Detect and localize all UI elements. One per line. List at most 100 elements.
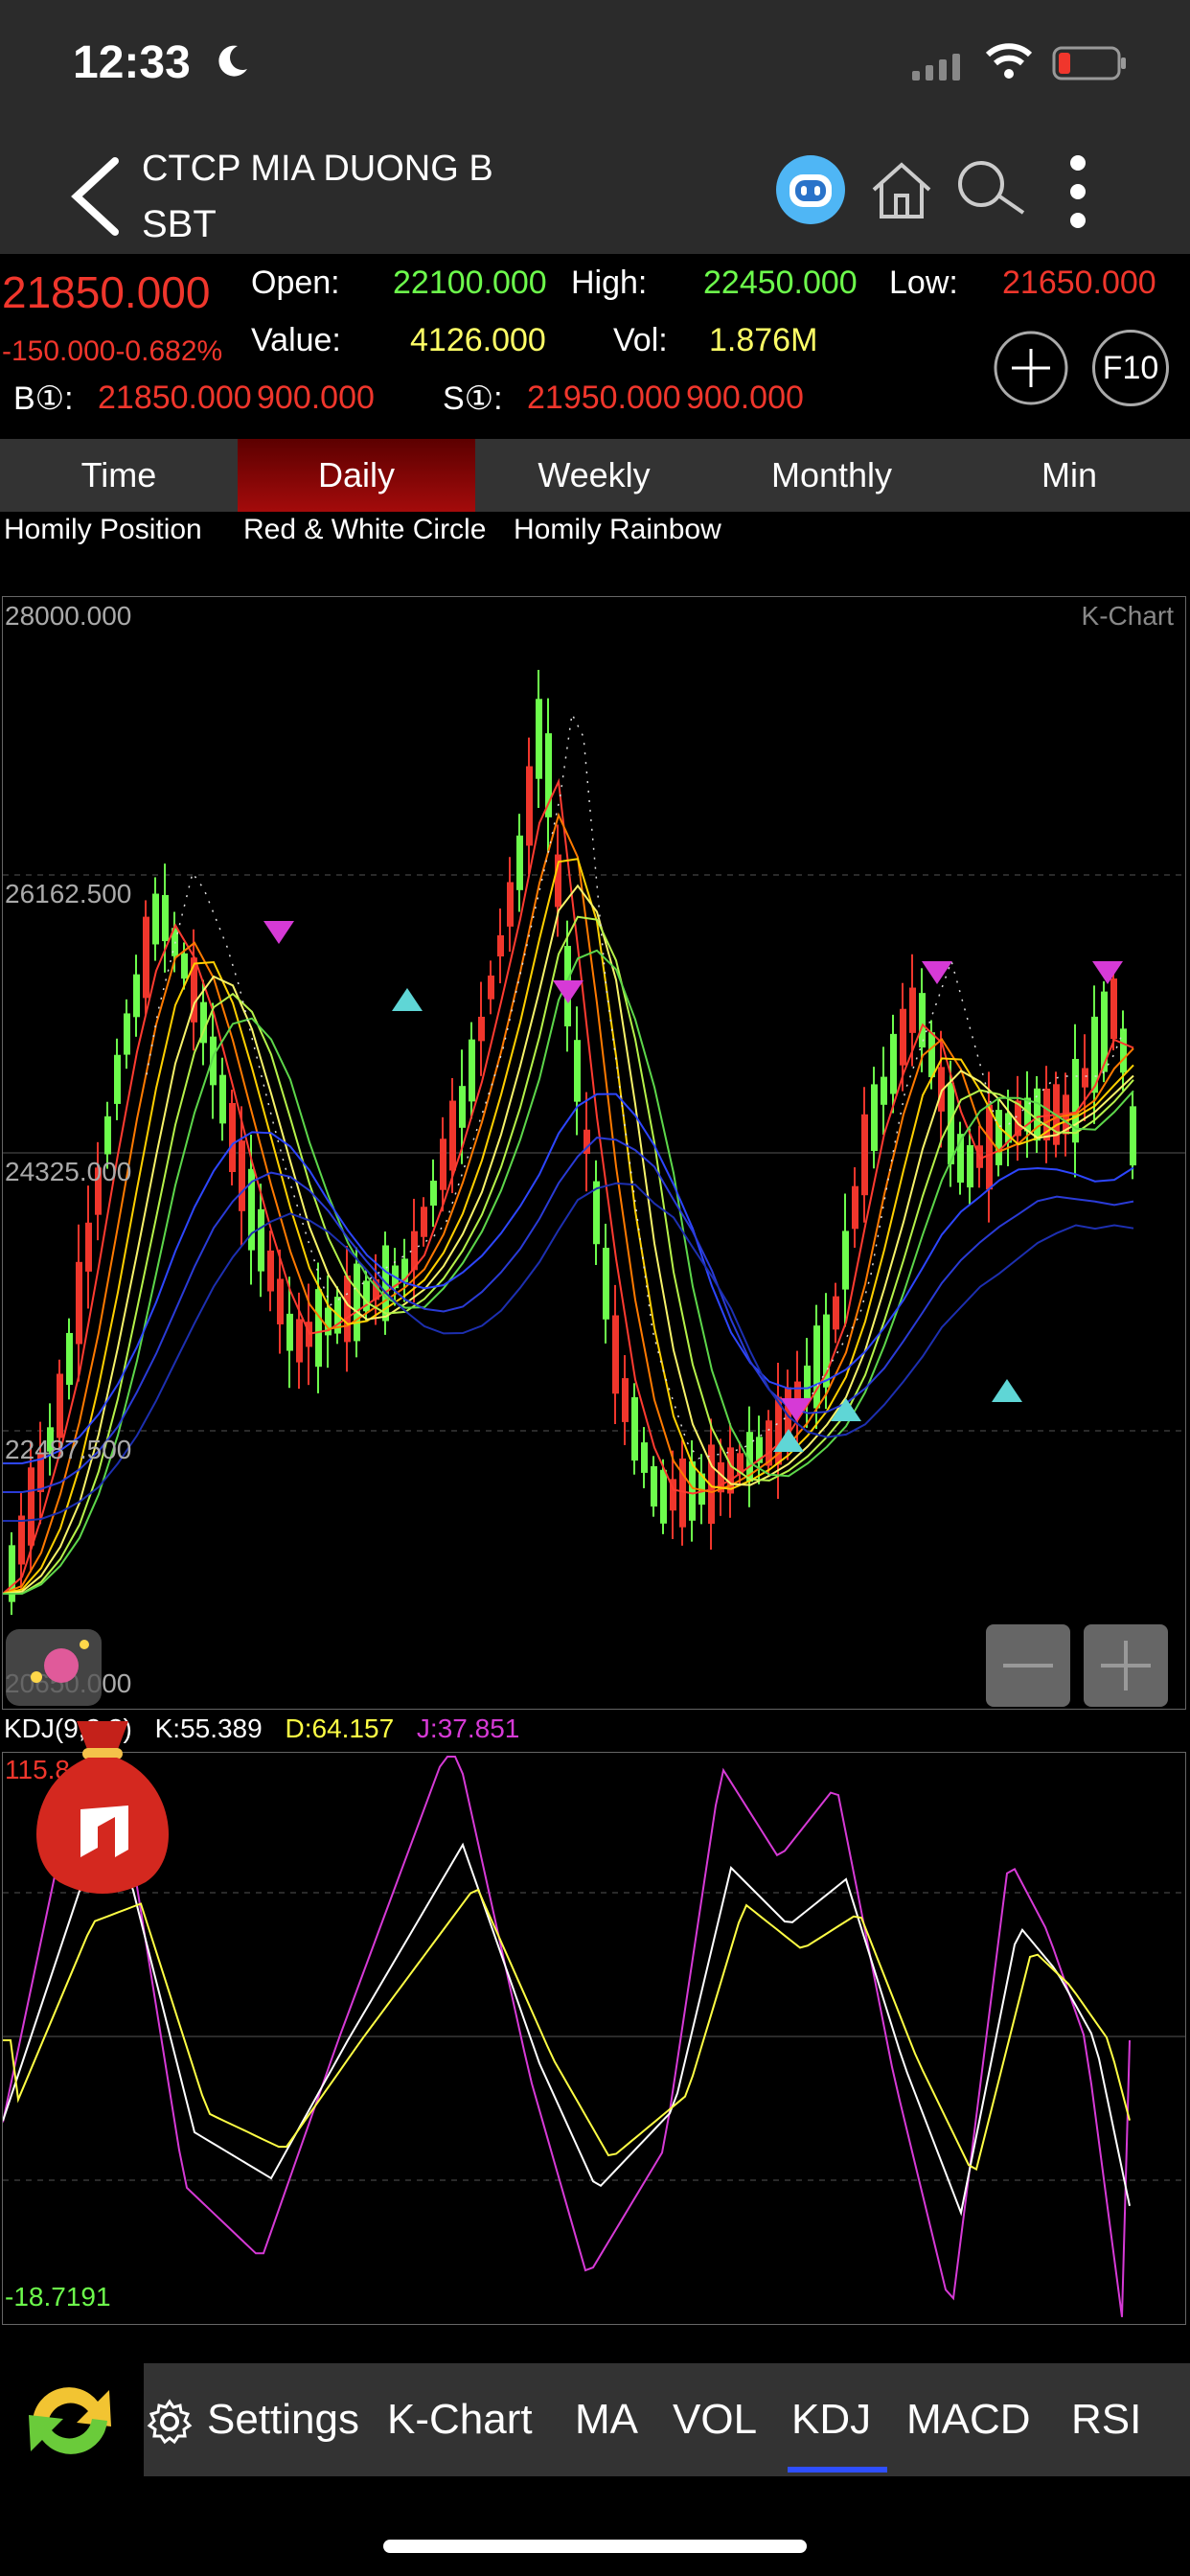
buy-signal-triangle [992,1379,1022,1402]
open-label: Open: [251,264,340,301]
k-chart[interactable]: K-Chart 28000.000 26162.500 24325.000 22… [2,596,1186,1710]
low-value: 21650.000 [1002,264,1156,301]
candle-body [18,1515,25,1565]
candle-body [267,1250,274,1292]
candle-body [842,1230,849,1290]
candle-body [919,993,926,1048]
candle-body [219,1074,226,1124]
price-level-4: 22487.500 [5,1435,132,1464]
toolbar-settings[interactable]: Settings [207,2363,359,2476]
promo-gift-icon[interactable] [2,1623,107,1710]
vol-amount: 1.876M [709,322,818,358]
toolbar-kdj[interactable]: KDJ [791,2363,871,2476]
period-tabs: Time Daily Weekly Monthly Min [0,439,1190,512]
candle-body [871,1084,878,1151]
candle-body [574,1040,581,1102]
buy-signal-triangle [831,1398,861,1421]
candle-body [258,1208,264,1272]
buy-signal-triangle [392,988,423,1011]
candle-body [813,1325,820,1409]
candle-body [488,975,494,1000]
moving-average-line [3,1137,1134,1493]
toolbar-rsi[interactable]: RSI [1071,2363,1141,2476]
add-watchlist-button[interactable] [993,330,1069,406]
candle-body [603,1248,609,1320]
price-level-3: 24325.000 [5,1157,132,1186]
candle-body [622,1378,629,1422]
candle-body [1082,1068,1088,1088]
moving-average-line [3,1182,1134,1522]
kdj-min-label: -18.7191 [5,2282,111,2312]
settings-gear-icon[interactable] [146,2398,194,2446]
sell-signal-triangle [553,980,584,1003]
toolbar-k-chart[interactable]: K-Chart [387,2363,533,2476]
candle-body [430,1180,437,1207]
candle-body [229,1102,236,1173]
indicator-red-white-circle[interactable]: Red & White Circle [243,510,486,550]
candle-body [239,1140,245,1211]
vol-label: Vol: [613,322,668,358]
candle-body [152,893,159,945]
stock-symbol: SBT [142,203,217,245]
toolbar-ma[interactable]: MA [575,2363,638,2476]
candle-body [804,1365,811,1401]
candle-body [277,1278,284,1324]
candle-body [1110,978,1117,1040]
bid-label: B①: [13,380,74,417]
tab-min[interactable]: Min [950,439,1188,512]
sell-signal-triangle [922,961,952,984]
candle-body [852,1185,858,1230]
kdj-j-value: J:37.851 [416,1714,520,1743]
tab-daily[interactable]: Daily [238,439,475,512]
candle-body [104,1116,111,1155]
company-name: CTCP MIA DUONG B [142,149,493,189]
search-icon[interactable] [954,159,1025,218]
kdj-active-underline [788,2467,887,2472]
candle-body [449,1100,456,1171]
candle-body [986,1104,993,1190]
toolbar-macd[interactable]: MACD [906,2363,1031,2476]
indicator-homily-rainbow[interactable]: Homily Rainbow [514,510,721,550]
candle-body [641,1442,648,1473]
candle-body [315,1289,322,1368]
high-label: High: [571,264,648,301]
status-time: 12:33 [73,37,191,88]
toolbar-vol[interactable]: VOL [673,2363,757,2476]
more-menu-icon[interactable] [1064,153,1092,230]
candle-body [133,974,140,1018]
candle-body [612,1315,619,1394]
candle-body [833,1296,839,1330]
price-level-2: 26162.500 [5,879,132,908]
indicator-homily-position[interactable]: Homily Position [4,510,202,550]
battery-icon [1052,46,1129,80]
candle-body [631,1396,638,1461]
refresh-icon[interactable] [17,2373,123,2469]
candle-body [1120,1028,1127,1073]
candle-body [660,1469,667,1524]
candle-body [114,1054,121,1104]
tab-time[interactable]: Time [0,439,238,512]
kdj-d-value: D:64.157 [285,1714,395,1743]
signal-icon [912,52,968,80]
back-icon[interactable] [67,153,125,240]
red-envelope-bag-icon[interactable] [21,1714,184,1896]
tab-weekly[interactable]: Weekly [475,439,713,512]
candle-body [890,1033,897,1094]
assistant-robot-icon[interactable] [774,153,847,226]
candle-body [928,1032,935,1078]
zoom-in-button[interactable] [1084,1624,1168,1707]
tab-monthly[interactable]: Monthly [713,439,950,512]
f10-button[interactable]: F10 [1092,330,1169,406]
candle-body [526,766,533,846]
price-level-top: 28000.000 [5,601,132,631]
zoom-out-button[interactable] [986,1624,1070,1707]
sell-signal-triangle [263,921,294,944]
kdj-d-line [3,1888,1131,2172]
last-price: 21850.000 [2,267,211,317]
candle-body [459,1086,466,1128]
candle-body [162,894,169,942]
candle-body [861,1114,868,1196]
ask-quantity: 900.000 [686,380,804,416]
candle-body [516,835,523,890]
home-icon[interactable] [868,157,935,220]
